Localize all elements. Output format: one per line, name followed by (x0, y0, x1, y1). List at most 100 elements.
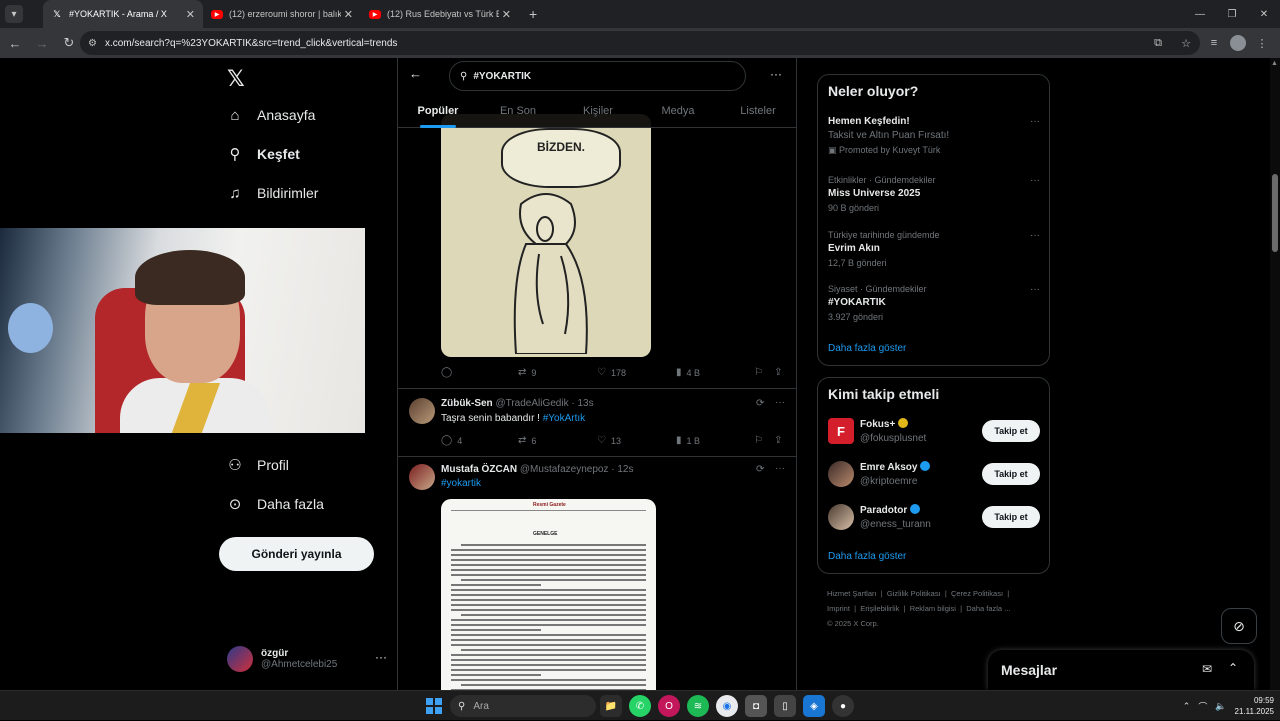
close-tab-icon[interactable]: ✕ (344, 8, 353, 21)
footer-link[interactable]: Erişilebilirlik (860, 604, 899, 613)
new-message-icon[interactable]: ✉ (1202, 662, 1212, 676)
account-switcher[interactable]: özgür @Ahmetcelebi25 ··· (227, 644, 387, 674)
volume-icon[interactable]: 🔈 (1215, 701, 1226, 712)
bookmark-button[interactable]: ⚐ (754, 435, 763, 446)
more-options-icon[interactable]: ··· (775, 397, 785, 408)
grok-icon[interactable]: ⟳ (756, 464, 764, 475)
media-queue-icon[interactable]: ≡ (1202, 31, 1226, 55)
site-info-icon[interactable]: ⚙ (88, 38, 97, 49)
share-button[interactable]: ⇪ (774, 435, 782, 446)
author-name[interactable]: Zübük-Sen (441, 398, 493, 409)
reply-button[interactable]: ◯ 4 (441, 435, 462, 446)
like-button[interactable]: ♡ 178 (597, 367, 626, 378)
x-logo-icon[interactable]: 𝕏 (227, 66, 245, 92)
trend-item[interactable]: Türkiye tarihinde gündemde Evrim Akın 12… (828, 230, 1040, 268)
browser-menu-icon[interactable]: ⋮ (1250, 31, 1274, 55)
author-name[interactable]: Mustafa ÖZCAN (441, 464, 517, 475)
restore-icon[interactable]: ❐ (1216, 0, 1248, 28)
footer-link[interactable]: Daha fazla ... (966, 604, 1010, 613)
nav-notifications[interactable]: ♫ Bildirimler (225, 178, 318, 208)
tab-search-button[interactable]: ▾ (5, 5, 23, 23)
camera-icon[interactable]: ◘ (745, 695, 767, 717)
post-time[interactable]: · 13s (571, 398, 593, 409)
search-input[interactable]: ⚲ #YOKARTIK (449, 61, 746, 91)
trend-item[interactable]: Siyaset · Gündemdekiler #YOKARTIK 3.927 … (828, 284, 1040, 322)
tab-yokartik[interactable]: 𝕏 #YOKARTIK - Arama / X ✕ (43, 0, 203, 28)
avatar[interactable] (409, 464, 435, 490)
trend-item[interactable]: Hemen Keşfedin! Taksit ve Altın Puan Fır… (828, 116, 1040, 156)
network-icon[interactable]: ⌒ (1198, 700, 1207, 713)
opera-icon[interactable]: O (658, 695, 680, 717)
app-icon[interactable]: ◈ (803, 695, 825, 717)
follow-button[interactable]: Takip et (982, 506, 1040, 528)
show-more-trends-link[interactable]: Daha fazla göster (828, 343, 906, 354)
footer-link[interactable]: Reklam bilgisi (910, 604, 956, 613)
reply-button[interactable]: ◯ (441, 367, 457, 378)
views-button[interactable]: ▮ 4 B (676, 367, 700, 378)
back-icon[interactable]: ← (3, 31, 27, 55)
views-button[interactable]: ▮ 1 B (676, 435, 700, 446)
more-options-icon[interactable]: ··· (770, 67, 782, 81)
tab-people[interactable]: Kişiler (558, 98, 638, 128)
close-window-icon[interactable]: ✕ (1248, 0, 1280, 28)
repost-button[interactable]: ⇄ 9 (518, 367, 536, 378)
show-more-follow-link[interactable]: Daha fazla göster (828, 551, 906, 562)
author-handle[interactable]: @Mustafazeynepoz (520, 464, 609, 475)
close-tab-icon[interactable]: ✕ (186, 8, 195, 21)
follow-button[interactable]: Takip et (982, 463, 1040, 485)
tab-youtube-2[interactable]: ▶ (12) Rus Edebiyatı vs Türk Edeb ✕ (361, 0, 519, 28)
follow-button[interactable]: Takip et (982, 420, 1040, 442)
expand-drawer-icon[interactable]: ⌃ (1228, 661, 1238, 675)
tab-youtube-1[interactable]: ▶ (12) erzeroumi shoror | balıkesir ✕ (203, 0, 361, 28)
follow-suggestion[interactable]: Emre Aksoy @kriptoemre Takip et (828, 461, 1040, 491)
more-options-icon[interactable]: ··· (1030, 116, 1040, 127)
grok-icon[interactable]: ⟳ (756, 398, 764, 409)
share-button[interactable]: ⇪ (774, 367, 782, 378)
trend-item[interactable]: Etkinlikler · Gündemdekiler Miss Univers… (828, 175, 1040, 213)
footer-link[interactable]: Imprint (827, 604, 850, 613)
chrome-icon[interactable]: ◉ (716, 695, 738, 717)
like-button[interactable]: ♡ 13 (597, 435, 621, 446)
page-scrollbar[interactable]: ▲ (1270, 58, 1280, 690)
more-options-icon[interactable]: ··· (1030, 284, 1040, 295)
post-button[interactable]: Gönderi yayınla (219, 537, 374, 571)
nav-explore[interactable]: ⚲ Keşfet (225, 139, 300, 169)
more-options-icon[interactable]: ··· (775, 463, 785, 474)
tweet[interactable]: Zübük-Sen @TradeAliGedik · 13s ⟳ ··· Taş… (398, 388, 796, 456)
footer-link[interactable]: Gizlilik Politikası (887, 589, 941, 598)
document-image[interactable]: Resmi Gazete GENELGE (441, 499, 656, 690)
post-image[interactable]: BİZDEN. (441, 114, 651, 357)
app-icon[interactable]: ● (832, 695, 854, 717)
tray-chevron-icon[interactable]: ⌃ (1183, 701, 1191, 712)
address-bar[interactable]: ⚙ x.com/search?q=%23YOKARTIK&src=trend_c… (80, 31, 1200, 55)
more-options-icon[interactable]: ··· (1030, 175, 1040, 186)
minimize-icon[interactable]: — (1184, 0, 1216, 28)
post-time[interactable]: · 12s (611, 464, 633, 475)
profile-avatar-icon[interactable] (1230, 35, 1246, 51)
back-arrow-icon[interactable]: ← (409, 66, 422, 81)
app-icon[interactable]: ▯ (774, 695, 796, 717)
tab-popular[interactable]: Popüler (398, 98, 478, 128)
new-tab-icon[interactable]: + (529, 6, 537, 22)
whatsapp-icon[interactable]: ✆ (629, 695, 651, 717)
reload-icon[interactable]: ↻ (57, 31, 81, 55)
spotify-icon[interactable]: ≋ (687, 695, 709, 717)
forward-icon[interactable]: → (30, 31, 54, 55)
follow-suggestion[interactable]: F Fokus+ @fokusplusnet Takip et (828, 418, 1040, 448)
grok-button[interactable]: ⊘ (1221, 608, 1257, 644)
more-options-icon[interactable]: ··· (1030, 230, 1040, 241)
clock[interactable]: 09:59 21.11.2025 (1235, 695, 1274, 717)
file-explorer-icon[interactable]: 📁 (600, 695, 622, 717)
footer-link[interactable]: Çerez Politikası (951, 589, 1003, 598)
bookmark-button[interactable]: ⚐ (754, 367, 763, 378)
install-icon[interactable]: ⧉ (1146, 31, 1170, 55)
tab-lists[interactable]: Listeler (718, 98, 796, 128)
author-handle[interactable]: @TradeAliGedik (495, 398, 568, 409)
windows-start-icon[interactable] (426, 698, 442, 714)
scroll-up-icon[interactable]: ▲ (1271, 60, 1278, 67)
scrollbar-thumb[interactable] (1272, 174, 1278, 252)
tab-media[interactable]: Medya (638, 98, 718, 128)
bookmark-star-icon[interactable]: ☆ (1174, 31, 1198, 55)
follow-suggestion[interactable]: Paradotor @eness_turann Takip et (828, 504, 1040, 534)
nav-more[interactable]: ⊙ Daha fazla (225, 489, 324, 519)
